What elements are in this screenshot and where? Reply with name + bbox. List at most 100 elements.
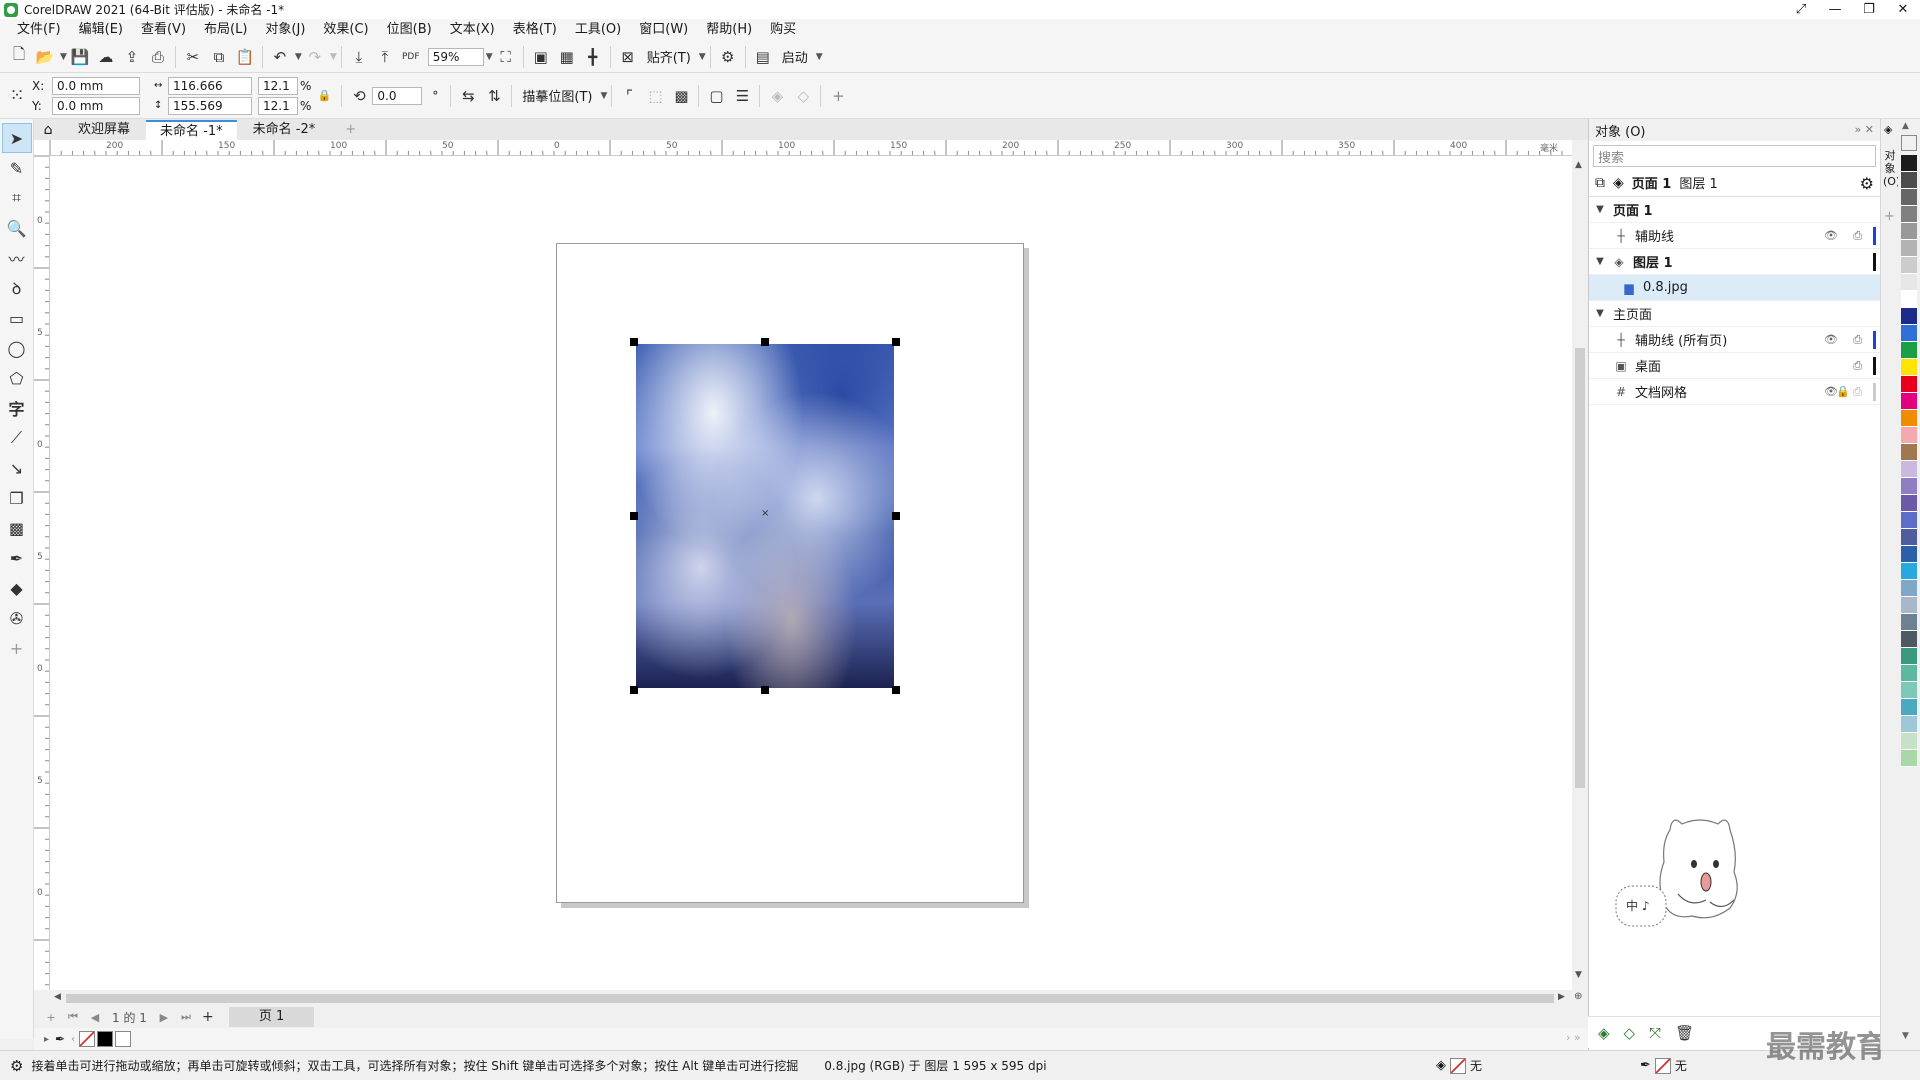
maximize-button[interactable]: ❐	[1852, 0, 1886, 19]
crumb-page[interactable]: 页面 1	[1632, 173, 1672, 192]
menu-effects[interactable]: 效果(C)	[314, 19, 377, 41]
height-field[interactable]: 155.569 mm	[168, 96, 252, 129]
palette-scroll-up-icon[interactable]: ▲	[1902, 121, 1909, 131]
redo-dropdown-icon[interactable]: ▼	[330, 52, 337, 62]
next-page-icon[interactable]: ▶	[153, 1011, 175, 1024]
launch-menu[interactable]: 启动	[776, 47, 814, 66]
close-button[interactable]: ✕	[1886, 0, 1920, 19]
export-icon[interactable]: ⤒	[372, 44, 398, 70]
palette-swatch[interactable]	[1901, 682, 1917, 699]
scale-x-field[interactable]: 12.1	[258, 76, 298, 95]
resize-handle-left[interactable]	[630, 512, 638, 520]
menu-view[interactable]: 查看(V)	[132, 19, 195, 41]
crop-tool-icon[interactable]: ⌗	[2, 183, 32, 213]
resize-handle-bottom-right[interactable]	[892, 686, 900, 694]
palette-swatch[interactable]	[1901, 665, 1917, 682]
tree-row-guides[interactable]: ┼ 辅助线 👁 ⎙	[1589, 223, 1880, 249]
palette-swatch[interactable]	[1901, 240, 1917, 257]
menu-edit[interactable]: 编辑(E)	[70, 19, 132, 41]
palette-swatch[interactable]	[1901, 716, 1917, 733]
print-toggle-icon[interactable]: ⎙	[1853, 359, 1862, 373]
zoom-tool-icon[interactable]: 🔍	[2, 213, 32, 243]
crop-bitmap-icon[interactable]: ⌜	[616, 83, 642, 109]
undo-icon[interactable]: ↶	[267, 44, 293, 70]
interactive-fill-tool-icon[interactable]: ◆	[2, 573, 32, 603]
horizontal-scroll-thumb[interactable]	[66, 994, 1554, 1003]
palette-scroll-left-icon[interactable]: ‹	[71, 1034, 75, 1045]
tab-untitled-1[interactable]: 未命名 -1*	[146, 120, 237, 140]
palette-swatch[interactable]	[1901, 274, 1917, 291]
palette-swatch[interactable]	[1901, 393, 1917, 410]
options-gear-icon[interactable]: ⚙	[715, 44, 741, 70]
vertical-scrollbar[interactable]: ▲ ▼	[1572, 156, 1588, 990]
zoom-dropdown-icon[interactable]: ▼	[486, 52, 493, 62]
add-property-icon[interactable]: +	[825, 83, 851, 109]
shape-tool-icon[interactable]: ✎	[2, 153, 32, 183]
menu-table[interactable]: 表格(T)	[504, 19, 566, 41]
connector-tool-icon[interactable]: ↘	[2, 453, 32, 483]
tab-welcome-screen[interactable]: 欢迎屏幕	[64, 120, 144, 140]
menu-help[interactable]: 帮助(H)	[697, 19, 761, 41]
add-docker-icon[interactable]: +	[1884, 209, 1895, 224]
tree-row-page-1[interactable]: ▼ 页面 1	[1589, 197, 1880, 223]
y-position-field[interactable]: 0.0 mm	[52, 96, 140, 115]
tree-row-guides-all-pages[interactable]: ┼ 辅助线 (所有页) 👁 ⎙	[1589, 327, 1880, 353]
palette-scroll-right-icon[interactable]: › »	[1566, 1031, 1581, 1044]
move-to-layer-icon[interactable]: ⤧	[1649, 1024, 1661, 1042]
palette-swatch[interactable]	[1901, 342, 1917, 359]
to-back-icon[interactable]: ◇	[790, 83, 816, 109]
palette-swatch[interactable]	[1901, 512, 1917, 529]
trace-dropdown-icon[interactable]: ▼	[601, 91, 608, 101]
rectangle-tool-icon[interactable]: ▭	[2, 303, 32, 333]
black-swatch[interactable]	[97, 1031, 114, 1047]
tree-row-master-page[interactable]: ▼ 主页面	[1589, 301, 1880, 327]
no-color-swatch[interactable]	[79, 1031, 96, 1047]
import-icon[interactable]: ⤓	[346, 44, 372, 70]
resample-icon[interactable]: ⬚	[642, 83, 668, 109]
bitmap-border-icon[interactable]: ▢	[703, 83, 729, 109]
menu-layout[interactable]: 布局(L)	[195, 19, 256, 41]
horizontal-ruler[interactable]: 200 150 100 50 0 50 100 150 200 250 300 …	[50, 140, 1572, 156]
visibility-eye-icon[interactable]: 👁	[1824, 333, 1838, 346]
palette-swatch[interactable]	[1901, 206, 1917, 223]
resize-handle-top-right[interactable]	[892, 338, 900, 346]
reference-point-icon[interactable]: ⁙	[4, 83, 30, 109]
delete-trash-icon[interactable]: 🗑	[1675, 1024, 1694, 1042]
restore-layout-icon[interactable]: ⤢	[1784, 0, 1818, 19]
eyedropper-icon[interactable]: ✒	[55, 1032, 65, 1046]
publish-pdf-icon[interactable]: PDF	[398, 44, 424, 70]
outline-indicator[interactable]: ✒ 无	[1640, 1057, 1687, 1074]
eyedropper-tool-icon[interactable]: ✒	[2, 543, 32, 573]
redo-icon[interactable]: ↷	[302, 44, 328, 70]
resize-handle-bottom-left[interactable]	[630, 686, 638, 694]
width-field[interactable]: 116.666 mm	[168, 76, 252, 109]
menu-file[interactable]: 文件(F)	[8, 19, 70, 41]
drop-shadow-tool-icon[interactable]: ❐	[2, 483, 32, 513]
palette-swatch[interactable]	[1901, 580, 1917, 597]
palette-expand-icon[interactable]: ▸	[44, 1034, 49, 1045]
mirror-vertical-icon[interactable]: ⇅	[481, 83, 507, 109]
cloud-download-icon[interactable]: ☁	[93, 44, 119, 70]
scale-y-field[interactable]: 12.1	[258, 96, 298, 115]
new-tab-button[interactable]: +	[331, 120, 370, 140]
scroll-up-icon[interactable]: ▲	[1575, 160, 1582, 170]
copy-icon[interactable]: ⧉	[206, 44, 232, 70]
tree-row-document-grid[interactable]: # 文档网格 👁 🔒 ⎙	[1589, 379, 1880, 405]
polygon-tool-icon[interactable]: ⬠	[2, 363, 32, 393]
zoom-navigator-icon[interactable]: ⊕	[1574, 991, 1582, 1002]
new-layer-icon[interactable]: ◈	[1598, 1024, 1610, 1042]
full-screen-preview-icon[interactable]: ▣	[528, 44, 554, 70]
palette-swatch[interactable]	[1901, 223, 1917, 240]
palette-swatch[interactable]	[1901, 427, 1917, 444]
menu-object[interactable]: 对象(J)	[256, 19, 314, 41]
palette-swatch[interactable]	[1901, 750, 1917, 767]
palette-swatch[interactable]	[1901, 461, 1917, 478]
to-front-icon[interactable]: ◈	[764, 83, 790, 109]
show-grid-icon[interactable]: ▦	[554, 44, 580, 70]
parallel-dimension-tool-icon[interactable]: ⟋	[2, 423, 32, 453]
launch-dropdown-icon[interactable]: ▼	[816, 52, 823, 62]
palette-swatch[interactable]	[1901, 648, 1917, 665]
docker-collapse-close-icon[interactable]: » ✕	[1855, 123, 1874, 136]
print-toggle-icon[interactable]: ⎙	[1853, 229, 1862, 243]
first-page-icon[interactable]: ⏮	[62, 1010, 84, 1024]
